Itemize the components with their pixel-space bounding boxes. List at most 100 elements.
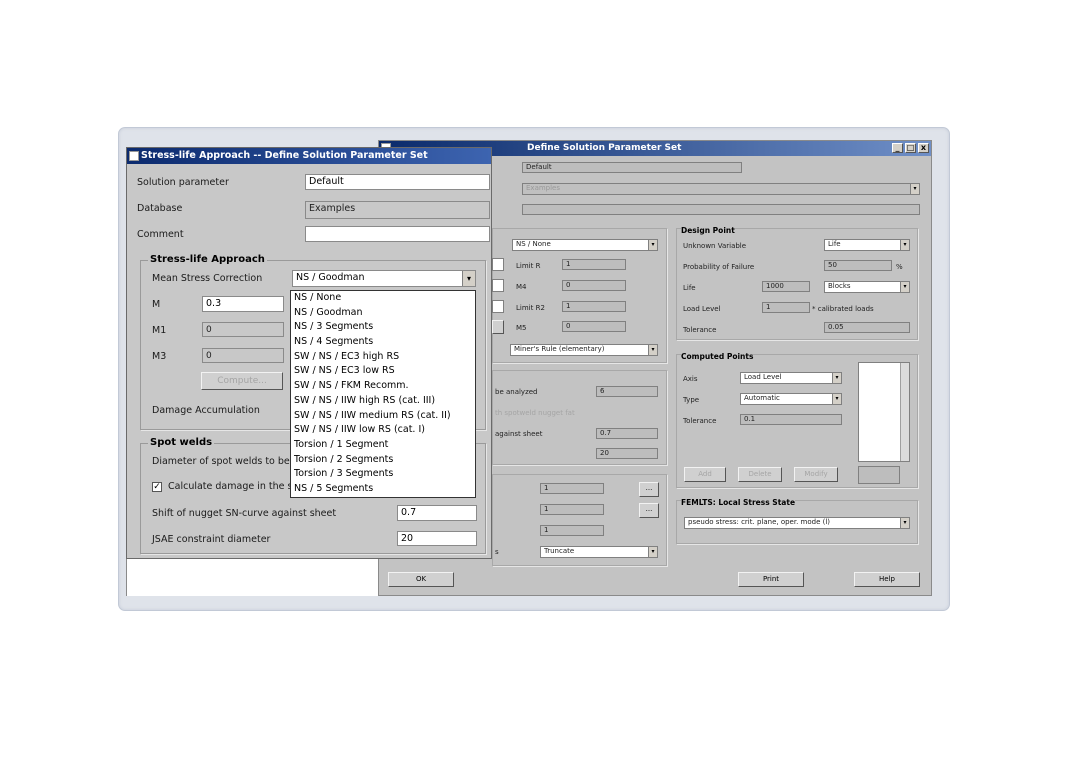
- sa-field-2[interactable]: 1: [540, 504, 604, 515]
- ok-button[interactable]: OK: [388, 572, 454, 587]
- against-sheet-field[interactable]: 0.7: [596, 428, 658, 439]
- dropdown-option[interactable]: SW / NS / IIW low RS (cat. I): [291, 423, 475, 438]
- dropdown-option[interactable]: SW / NS / FKM Recomm.: [291, 379, 475, 394]
- sla-heading: Stress-life Approach: [148, 254, 267, 265]
- chevron-down-icon: ▾: [832, 373, 841, 383]
- cp-tolerance-field[interactable]: 0.1: [740, 414, 842, 425]
- dropdown-option[interactable]: SW / NS / EC3 low RS: [291, 364, 475, 379]
- m3-field[interactable]: 0: [202, 348, 284, 363]
- sa-field-1[interactable]: 1: [540, 483, 604, 494]
- main-hidden-input-2[interactable]: [492, 279, 504, 292]
- constraint-field[interactable]: 20: [596, 448, 658, 459]
- m1-label: M1: [152, 325, 167, 336]
- axis-select[interactable]: Load Level ▾: [740, 372, 842, 384]
- calc-damage-checkbox[interactable]: ✓: [152, 482, 162, 492]
- spot-welds-heading: Spot welds: [148, 437, 215, 448]
- m5-label: M5: [516, 324, 527, 332]
- print-button[interactable]: Print: [738, 572, 804, 587]
- chevron-down-icon: ▾: [900, 240, 909, 250]
- minimize-icon[interactable]: _: [892, 143, 903, 153]
- dropdown-option[interactable]: NS / 3 Segments: [291, 320, 475, 335]
- chevron-down-icon[interactable]: ▾: [462, 271, 475, 286]
- sa-browse-button-1[interactable]: ...: [639, 482, 659, 497]
- sa-field-3[interactable]: 1: [540, 525, 604, 536]
- list-scrollbar[interactable]: [900, 363, 909, 461]
- main-hidden-input-3[interactable]: [492, 300, 504, 313]
- dropdown-option[interactable]: NS / None: [291, 291, 475, 306]
- limit-r-label: Limit R: [516, 262, 541, 270]
- modify-button[interactable]: Modify: [794, 467, 838, 482]
- unknown-variable-value: Life: [828, 240, 841, 248]
- life-unit-value: Blocks: [828, 282, 851, 290]
- main-database-select[interactable]: Examples ▾: [522, 183, 920, 195]
- dropdown-option[interactable]: NS / 4 Segments: [291, 335, 475, 350]
- main-damage-select[interactable]: Miner's Rule (elementary) ▾: [510, 344, 658, 356]
- maximize-icon[interactable]: □: [905, 143, 916, 153]
- life-unit-select[interactable]: Blocks ▾: [824, 281, 910, 293]
- jsae-label: JSAE constraint diameter: [152, 534, 271, 545]
- dropdown-option[interactable]: Torsion / 3 Segments: [291, 467, 475, 482]
- database-field[interactable]: Examples: [305, 201, 490, 219]
- type-select[interactable]: Automatic ▾: [740, 393, 842, 405]
- chevron-down-icon: ▾: [648, 240, 657, 250]
- dp-tolerance-label: Tolerance: [683, 326, 717, 334]
- m1-field[interactable]: 0: [202, 322, 284, 337]
- load-level-field[interactable]: 1: [762, 302, 810, 313]
- analyzed-field[interactable]: 6: [596, 386, 658, 397]
- mean-stress-select[interactable]: NS / Goodman ▾: [292, 270, 476, 287]
- life-field[interactable]: 1000: [762, 281, 810, 292]
- limit-r2-field[interactable]: 1: [562, 301, 626, 312]
- probability-field[interactable]: 50: [824, 260, 892, 271]
- add-button[interactable]: Add: [684, 467, 726, 482]
- truncate-select[interactable]: Truncate ▾: [540, 546, 658, 558]
- m5-field[interactable]: 0: [562, 321, 626, 332]
- m-field[interactable]: 0.3: [202, 296, 284, 312]
- solution-parameter-field[interactable]: Default: [305, 174, 490, 190]
- unknown-variable-label: Unknown Variable: [683, 242, 747, 250]
- unknown-variable-select[interactable]: Life ▾: [824, 239, 910, 251]
- chevron-down-icon: ▾: [832, 394, 841, 404]
- dropdown-option[interactable]: SW / NS / EC3 high RS: [291, 350, 475, 365]
- m4-field[interactable]: 0: [562, 280, 626, 291]
- sa-browse-button-2[interactable]: ...: [639, 503, 659, 518]
- truncate-value: Truncate: [544, 547, 575, 555]
- dropdown-option[interactable]: Torsion / 1 Segment: [291, 438, 475, 453]
- delete-button[interactable]: Delete: [738, 467, 782, 482]
- main-hidden-input-1[interactable]: [492, 258, 504, 271]
- shift-field[interactable]: 0.7: [397, 505, 477, 521]
- main-mean-stress-select[interactable]: NS / None ▾: [512, 239, 658, 251]
- dropdown-option[interactable]: SW / NS / IIW medium RS (cat. II): [291, 409, 475, 424]
- computed-points-list[interactable]: [858, 362, 910, 462]
- main-comment-field[interactable]: [522, 204, 920, 215]
- comment-field[interactable]: [305, 226, 490, 242]
- chevron-down-icon: ▾: [900, 282, 909, 292]
- mean-stress-label: Mean Stress Correction: [152, 273, 263, 284]
- dropdown-option[interactable]: NS / 5 Segments: [291, 482, 475, 497]
- mean-stress-value: NS / Goodman: [296, 272, 365, 283]
- axis-value: Load Level: [744, 373, 782, 381]
- dp-tolerance-field[interactable]: 0.05: [824, 322, 910, 333]
- dropdown-option[interactable]: SW / NS / IIW high RS (cat. III): [291, 394, 475, 409]
- help-button[interactable]: Help: [854, 572, 920, 587]
- type-label: Type: [683, 396, 700, 404]
- jsae-field[interactable]: 20: [397, 531, 477, 546]
- design-point-heading: Design Point: [681, 226, 735, 235]
- main-window-title: Define Solution Parameter Set: [527, 143, 682, 153]
- main-solution-field[interactable]: Default: [522, 162, 742, 173]
- limit-r-field[interactable]: 1: [562, 259, 626, 270]
- against-sheet-label: against sheet: [495, 430, 543, 438]
- main-hidden-button[interactable]: [492, 320, 504, 334]
- cp-extra-field[interactable]: [858, 466, 900, 484]
- faded-label: th spotweld nugget fat: [495, 409, 575, 417]
- dropdown-option[interactable]: Torsion / 2 Segments: [291, 453, 475, 468]
- dropdown-option[interactable]: NS / Goodman: [291, 306, 475, 321]
- femlts-value: pseudo stress: crit. plane, oper. mode (…: [688, 518, 831, 526]
- femlts-select[interactable]: pseudo stress: crit. plane, oper. mode (…: [684, 517, 910, 529]
- close-icon[interactable]: x: [918, 143, 929, 153]
- compute-button[interactable]: Compute...: [201, 372, 283, 390]
- spot-diameter-label: Diameter of spot welds to be: [152, 456, 290, 467]
- damage-accumulation-label: Damage Accumulation: [152, 405, 260, 416]
- database-label: Database: [137, 203, 183, 214]
- load-level-note: * calibrated loads: [812, 305, 874, 313]
- mean-stress-dropdown-list[interactable]: NS / None NS / Goodman NS / 3 Segments N…: [290, 290, 476, 498]
